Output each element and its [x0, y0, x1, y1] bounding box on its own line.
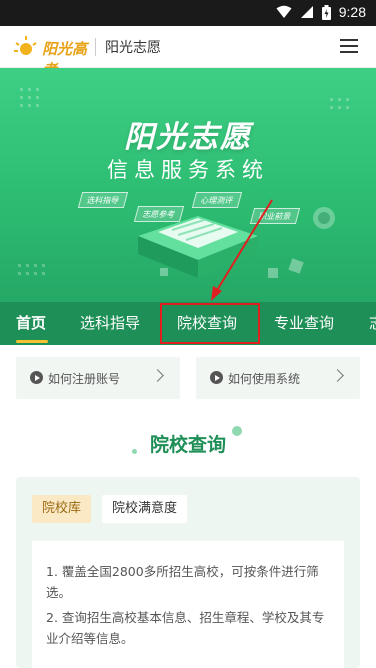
- logo[interactable]: 阳光高考: [14, 33, 96, 79]
- tab-major-search[interactable]: 专业查询: [274, 302, 334, 345]
- tab-more[interactable]: 志: [369, 302, 376, 345]
- subtab-college-library[interactable]: 院校库: [32, 495, 92, 523]
- quick-link-usage[interactable]: 如何使用系统: [196, 357, 360, 399]
- sun-logo-icon: [14, 36, 37, 55]
- banner-subtitle: 信息服务系统: [107, 158, 269, 182]
- tab-home[interactable]: 首页: [16, 302, 46, 345]
- status-icons: 9:28: [276, 4, 366, 20]
- section-title-text: 院校查询: [149, 434, 226, 456]
- tab-subject-guide[interactable]: 选科指导: [80, 302, 140, 345]
- status-bar: 9:28: [0, 0, 376, 26]
- chevron-right-icon: [331, 369, 344, 382]
- battery-icon: [321, 4, 331, 20]
- banner-tag: 选科指导: [77, 192, 129, 208]
- decor-dot: [132, 449, 137, 454]
- signal-icon: [300, 6, 313, 18]
- quick-link-label: 如何注册账号: [48, 372, 121, 386]
- chevron-right-icon: [151, 369, 164, 382]
- banner-title: 阳光志愿: [124, 120, 252, 155]
- app-header: 阳光高考 阳光志愿: [0, 26, 376, 79]
- hamburger-menu-icon[interactable]: [340, 39, 358, 55]
- hero-banner: 阳光志愿 信息服务系统 选科指导 志愿参考 心理测评 职业前景: [0, 68, 376, 302]
- info-paragraph: 1. 覆盖全国2800多所招生高校，可按条件进行筛选。: [46, 564, 319, 600]
- header-divider: [95, 38, 96, 56]
- wifi-icon: [276, 5, 292, 18]
- header-title: 阳光志愿: [105, 40, 161, 56]
- active-tab-indicator: [16, 340, 48, 343]
- subtab-college-satisfaction[interactable]: 院校满意度: [102, 495, 188, 523]
- quick-link-register[interactable]: 如何注册账号: [16, 357, 180, 399]
- banner-tag: 志愿参考: [133, 206, 185, 222]
- decor-dot: [232, 426, 242, 436]
- banner-tag: 职业前景: [249, 208, 301, 224]
- quick-link-label: 如何使用系统: [228, 372, 301, 386]
- banner-decoration: [18, 88, 349, 278]
- play-icon: [210, 371, 223, 384]
- clock: 9:28: [338, 4, 366, 20]
- play-icon: [30, 371, 43, 384]
- section-title: 院校查询: [0, 430, 376, 457]
- info-panel: 1. 覆盖全国2800多所招生高校，可按条件进行筛选。 2. 查询招生高校基本信…: [32, 541, 344, 668]
- highlight-annotation-box: [160, 303, 260, 344]
- college-search-card: 院校库 院校满意度 1. 覆盖全国2800多所招生高校，可按条件进行筛选。 2.…: [16, 477, 360, 668]
- info-paragraph: 2. 查询招生高校基本信息、招生章程、学校及其专业介绍等信息。: [46, 610, 325, 646]
- banner-tag: 心理测评: [191, 192, 243, 208]
